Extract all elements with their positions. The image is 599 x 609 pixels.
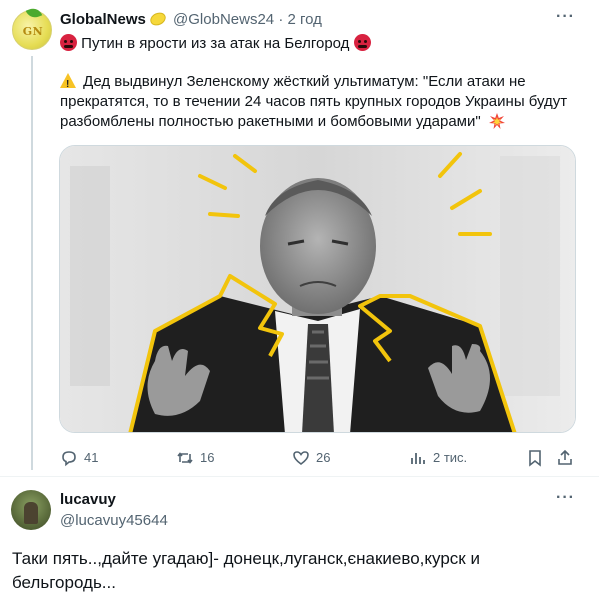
reply-more-options-icon[interactable]: ··· [556,489,575,507]
divider [0,476,599,477]
share-button[interactable] [556,448,580,468]
reply-icon [62,451,76,467]
reply-author-handle[interactable]: @lucavuy45644 [60,512,168,529]
avatar-leaf-icon [25,5,43,21]
tweet-photo[interactable] [59,145,576,433]
views-count: 2 тис. [433,450,468,465]
bookmark-icon [529,450,541,467]
collision-icon [488,113,505,129]
views-button[interactable]: 2 тис. [409,448,467,468]
warning-icon [60,73,76,95]
reply-author-avatar[interactable] [11,490,51,530]
author-name[interactable]: GlobalNews [60,11,146,28]
bookmark-button[interactable] [526,448,550,468]
author-handle[interactable]: @GlobNews24 [173,11,274,28]
angry-face-icon [60,34,77,51]
reply-author-name[interactable]: lucavuy [60,491,116,508]
avatar-figure [24,502,38,524]
tweet-body: Дед выдвинул Зеленскому жёсткий ультимат… [60,72,580,132]
like-count: 26 [316,450,331,465]
share-icon [558,449,572,465]
avatar-initials: GN [22,25,44,38]
heart-icon [293,451,309,465]
tweet-header: GlobalNews @GlobNews24 · 2 год [60,10,322,29]
retweet-count: 16 [200,450,215,465]
thread-line [31,56,33,470]
reply-button[interactable]: 41 [60,448,98,468]
headline-text: Путин в ярости из за атак на Белгород [81,35,350,52]
retweet-button[interactable]: 16 [176,448,214,468]
tweet-actions: 41 16 26 2 тис. [60,448,580,470]
views-icon [411,453,425,464]
tweet-headline: Путин в ярости из за атак на Белгород [60,34,371,53]
angry-face-icon [353,34,371,51]
more-options-icon[interactable]: ··· [556,8,575,26]
author-avatar[interactable]: GN [12,5,52,50]
retweet-icon [177,452,193,464]
reply-text: Таки пять..,дайте угадаю]- донецк,луганс… [12,549,480,592]
photo-putin-gesturing [60,146,575,432]
lemon-icon [148,10,168,28]
reply-count: 41 [84,450,99,465]
like-button[interactable]: 26 [292,448,330,468]
tweet-time[interactable]: 2 год [287,11,321,28]
time-separator: · [278,11,284,28]
